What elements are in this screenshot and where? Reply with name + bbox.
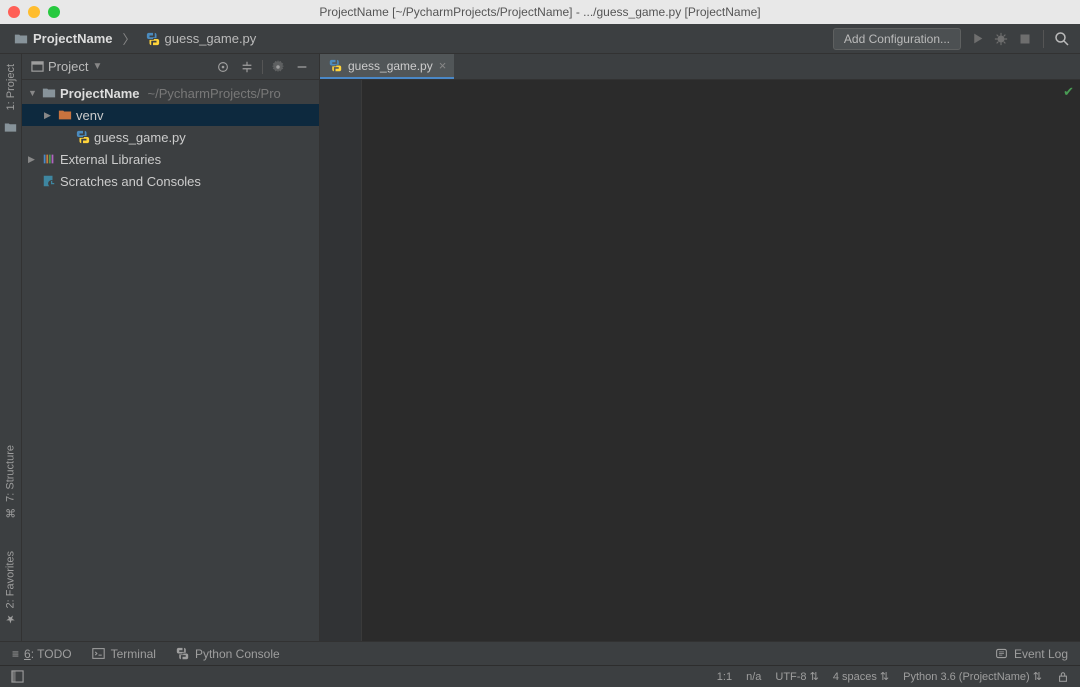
separator [1043,30,1044,48]
folder-icon [14,32,28,46]
lock-icon[interactable] [1056,670,1070,684]
scratches-icon [42,174,56,188]
project-panel-header: Project ▼ [22,54,319,80]
todo-tool-button[interactable]: ≡ 6: TODO [12,647,72,661]
tree-scratches[interactable]: Scratches and Consoles [22,170,319,192]
interpreter-selector[interactable]: Python 3.6 (ProjectName) ⇅ [903,670,1042,683]
expand-arrow-icon: ▼ [28,88,38,98]
tree-external-libraries[interactable]: ▶ External Libraries [22,148,319,170]
chevron-down-icon: ▼ [92,61,102,72]
library-icon [42,152,56,166]
breadcrumb-project[interactable]: ProjectName [10,29,116,48]
tree-file[interactable]: guess_game.py [22,126,319,148]
left-tool-strip: 1: Project ⌘7: Structure ★2: Favorites [0,54,22,641]
close-window-button[interactable] [8,6,20,18]
caret-position[interactable]: 1:1 [717,671,732,683]
event-log-icon [995,647,1009,661]
project-view-selector[interactable]: Project ▼ [30,59,208,74]
window-controls [8,6,60,18]
collapse-all-icon[interactable] [238,58,256,76]
hide-panel-icon[interactable] [293,58,311,76]
editor-tabs: guess_game.py × [320,54,1080,80]
indent-selector[interactable]: 4 spaces ⇅ [833,670,889,683]
folder-icon [42,86,56,100]
window-title: ProjectName [~/PycharmProjects/ProjectNa… [319,5,760,19]
folder-icon [58,108,72,122]
search-icon[interactable] [1054,31,1070,47]
terminal-icon [92,647,106,661]
status-bar: 1:1 n/a UTF-8 ⇅ 4 spaces ⇅ Python 3.6 (P… [0,665,1080,687]
project-panel: Project ▼ ▼ ProjectName [22,54,320,641]
encoding-selector[interactable]: UTF-8 ⇅ [775,670,818,683]
scroll-from-source-icon[interactable] [214,58,232,76]
editor-area: guess_game.py × ✔ [320,54,1080,641]
python-file-icon [328,59,342,73]
project-tree: ▼ ProjectName ~/PycharmProjects/Pro ▶ ve… [22,80,319,641]
editor-gutter [320,80,362,641]
tree-venv[interactable]: ▶ venv [22,104,319,126]
window-icon [30,60,44,74]
favorites-tool-tab[interactable]: ★2: Favorites [4,545,17,631]
terminal-tool-button[interactable]: Terminal [92,647,156,661]
breadcrumb-separator-icon: 〉 [122,29,135,48]
tree-root-label: ProjectName [60,86,139,101]
python-file-icon [146,32,160,46]
python-file-icon [76,130,90,144]
bottom-tool-bar: ≡ 6: TODO Terminal Python Console Event … [0,641,1080,665]
folder-icon [4,120,18,134]
stop-icon[interactable] [1017,31,1033,47]
event-log-button[interactable]: Event Log [995,647,1068,661]
tool-windows-icon[interactable] [10,670,24,684]
window-titlebar: ProjectName [~/PycharmProjects/ProjectNa… [0,0,1080,24]
expand-arrow-icon: ▶ [28,154,38,165]
inspection-ok-icon[interactable]: ✔ [1063,84,1074,100]
tree-root[interactable]: ▼ ProjectName ~/PycharmProjects/Pro [22,82,319,104]
python-icon [176,647,190,661]
code-editor[interactable]: ✔ [362,80,1080,641]
python-console-tool-button[interactable]: Python Console [176,647,280,661]
list-icon: ≡ [12,647,19,661]
separator [262,60,263,74]
breadcrumb-file-label: guess_game.py [165,31,257,46]
breadcrumb: ProjectName 〉 guess_game.py [10,29,833,48]
tree-external-label: External Libraries [60,152,161,167]
close-tab-icon[interactable]: × [439,58,447,73]
editor-tab-label: guess_game.py [348,59,433,73]
context-info[interactable]: n/a [746,671,761,683]
tree-venv-label: venv [76,108,103,123]
structure-tool-tab[interactable]: ⌘7: Structure [4,439,17,525]
settings-icon[interactable] [269,58,287,76]
add-configuration-button[interactable]: Add Configuration... [833,28,961,50]
tree-file-label: guess_game.py [94,130,186,145]
navigation-bar: ProjectName 〉 guess_game.py Add Configur… [0,24,1080,54]
expand-arrow-icon: ▶ [44,110,54,121]
project-panel-title: Project [48,59,88,74]
project-tool-tab[interactable]: 1: Project [5,58,17,116]
run-icon[interactable] [969,31,985,47]
breadcrumb-project-label: ProjectName [33,31,112,46]
tree-scratches-label: Scratches and Consoles [60,174,201,189]
debug-icon[interactable] [993,31,1009,47]
maximize-window-button[interactable] [48,6,60,18]
editor-tab-active[interactable]: guess_game.py × [320,54,454,79]
minimize-window-button[interactable] [28,6,40,18]
editor-body[interactable]: ✔ [320,80,1080,641]
tree-root-path: ~/PycharmProjects/Pro [147,86,280,101]
breadcrumb-file[interactable]: guess_game.py [142,29,261,48]
